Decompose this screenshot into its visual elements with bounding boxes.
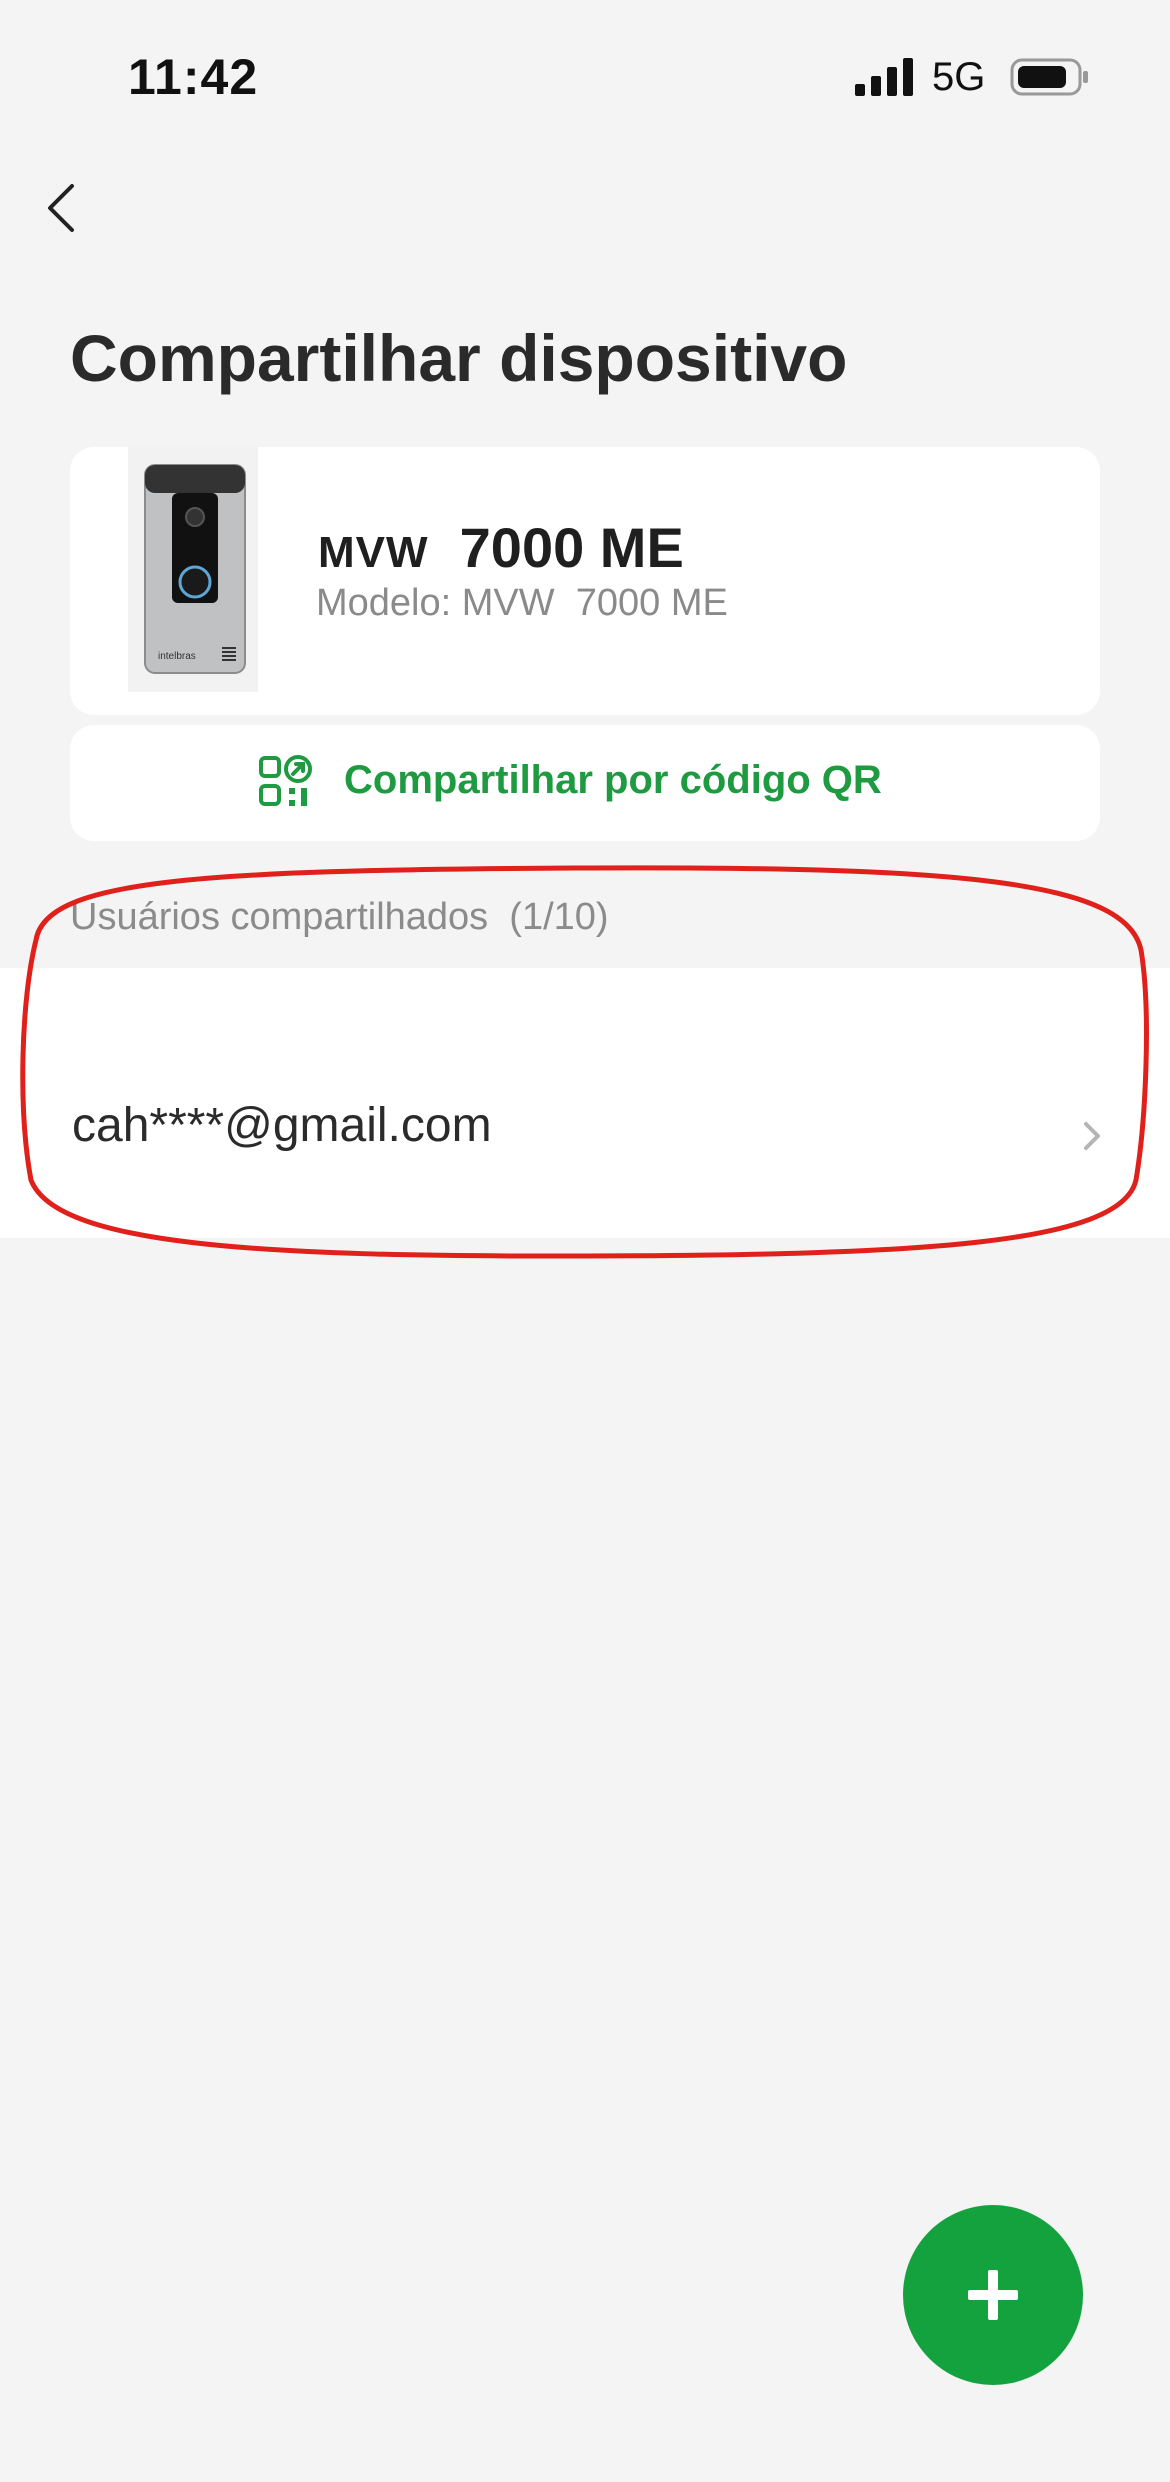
add-user-button[interactable]: [903, 2205, 1083, 2385]
chevron-right-icon: [1084, 1122, 1100, 1150]
signal-icon: [855, 58, 913, 96]
device-card: intelbras MVW 7000 ME Modelo: MVW 7000 M…: [70, 447, 1100, 715]
plus-icon: [968, 2270, 1018, 2320]
page-title: Compartilhar dispositivo: [70, 321, 848, 395]
device-name-prefix: MVW: [318, 528, 429, 577]
status-time: 11:42: [128, 49, 259, 105]
device-name: MVW 7000 ME: [318, 515, 684, 580]
user-email: cah****@gmail.com: [72, 1099, 492, 1152]
doorbell-image: intelbras: [144, 464, 246, 674]
shared-users-header: Usuários compartilhados (1/10): [70, 896, 609, 938]
shared-user-row[interactable]: cah****@gmail.com: [0, 968, 1170, 1238]
brand-label: intelbras: [158, 651, 196, 662]
battery-icon: [1010, 58, 1088, 96]
device-name-suffix: 7000 ME: [459, 516, 684, 579]
share-by-qr-button[interactable]: Compartilhar por código QR: [70, 725, 1100, 841]
device-image: intelbras: [128, 447, 258, 692]
status-bar: 11:42 5G: [0, 0, 1170, 150]
back-arrow-icon[interactable]: [38, 178, 88, 238]
device-model: Modelo: MVW 7000 ME: [316, 582, 728, 624]
qr-share-label: Compartilhar por código QR: [344, 758, 882, 802]
network-label: 5G: [932, 55, 986, 99]
qr-share-icon: [259, 755, 312, 806]
